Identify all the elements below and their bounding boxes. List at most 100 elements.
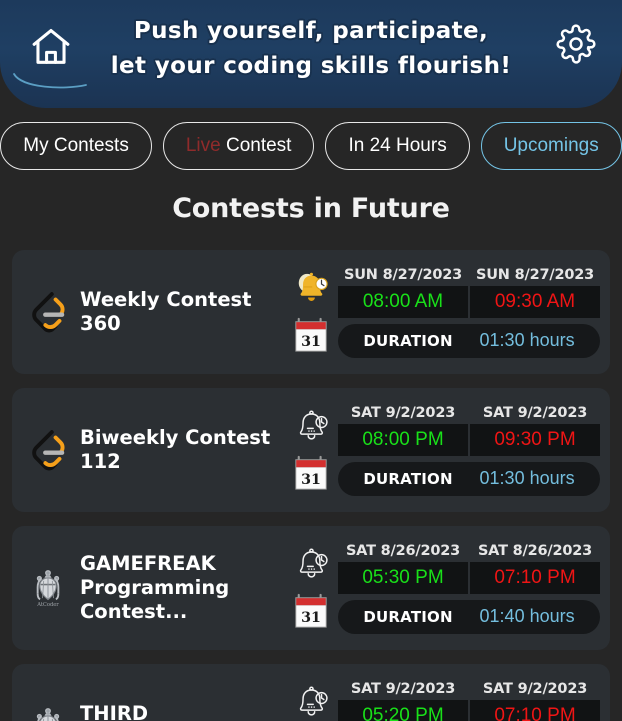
duration-pill: DURATION 01:30 hours	[338, 461, 600, 496]
page-title: Contests in Future	[172, 193, 450, 224]
tab-live-contest[interactable]: Live Contest	[162, 122, 315, 170]
start-date: SAT 9/2/2023	[350, 404, 456, 421]
duration-value: 01:30 hours	[479, 468, 575, 488]
platform-logo: AtCoder	[16, 556, 80, 620]
leetcode-logo	[32, 292, 65, 333]
date-row: SAT 9/2/2023 08:00 PM SAT 9/2/2023 09:30 PM	[338, 405, 600, 456]
platform-logo	[16, 418, 80, 482]
contest-name: GAMEFREAK Programming Contest...	[80, 552, 230, 623]
contest-name: Weekly Contest 360	[80, 288, 252, 335]
date-row: SAT 8/26/2023 05:30 PM SAT 8/26/2023 07:10 …	[338, 543, 600, 594]
alarm-bell-icon	[299, 548, 328, 578]
end-date: SAT 9/2/2023	[482, 680, 588, 697]
contest-card[interactable]: AtCoder GAMEFREAK Programming Contest...…	[12, 526, 610, 650]
platform-logo: AtCoder	[16, 694, 80, 721]
contest-card[interactable]: Biweekly Contest 112 31 SAT 9/2/2023 08:0…	[12, 388, 610, 512]
end-column: SAT 9/2/2023 07:10 PM	[470, 681, 600, 721]
tab-in-24-hours-label: In 24 Hours	[348, 135, 447, 156]
start-date: SUN 8/27/2023	[343, 266, 463, 283]
gear-icon	[556, 24, 596, 69]
start-date: SAT 9/2/2023	[350, 680, 456, 697]
contest-name: Biweekly Contest 112	[80, 426, 271, 473]
duration-value: 01:30 hours	[479, 330, 575, 350]
start-column: SAT 9/2/2023 08:00 PM	[338, 405, 468, 456]
contest-list[interactable]: Weekly Contest 360 31 SUN 8/27/2023 08:00…	[0, 250, 622, 721]
start-column: SUN 8/27/2023 08:00 AM	[338, 267, 468, 318]
contest-card[interactable]: AtCoder THIRD PROGRAMMING 31 SAT 9/2/202…	[12, 664, 610, 721]
calendar-icon: 31	[295, 593, 327, 628]
reminder-bell-button[interactable]	[290, 541, 332, 587]
svg-text:31: 31	[301, 472, 321, 488]
tab-my-contests[interactable]: My Contests	[0, 122, 152, 170]
home-button[interactable]	[18, 16, 84, 78]
start-column: SAT 8/26/2023 05:30 PM	[338, 543, 468, 594]
duration-label: DURATION	[363, 607, 453, 626]
svg-text:31: 31	[301, 334, 321, 350]
reminder-bell-button[interactable]	[290, 403, 332, 449]
tab-my-contests-label: My Contests	[23, 135, 129, 156]
calendar-icon: 31	[295, 455, 327, 490]
contest-schedule: SAT 9/2/2023 05:20 PM SAT 9/2/2023 07:10 PM…	[338, 681, 600, 721]
platform-logo	[16, 280, 80, 344]
start-time: 05:30 PM	[338, 561, 468, 594]
banner-tagline: Push yourself, participate, let your cod…	[96, 14, 526, 84]
end-column: SAT 9/2/2023 09:30 PM	[470, 405, 600, 456]
contest-schedule: SAT 8/26/2023 05:30 PM SAT 8/26/2023 07:10 …	[338, 543, 600, 634]
date-row: SAT 9/2/2023 05:20 PM SAT 9/2/2023 07:10 PM	[338, 681, 600, 721]
end-time: 07:10 PM	[470, 561, 600, 594]
start-date: SAT 8/26/2023	[345, 542, 461, 559]
settings-button[interactable]	[548, 18, 604, 74]
reminder-bell-button[interactable]	[290, 679, 332, 721]
end-date: SAT 9/2/2023	[482, 404, 588, 421]
tagline-line-1: Push yourself, participate,	[133, 18, 489, 44]
contest-icons: 31	[284, 674, 338, 721]
svg-text:31: 31	[301, 610, 321, 626]
date-row: SUN 8/27/2023 08:00 AM SUN 8/27/2023 09:30 …	[338, 267, 600, 318]
duration-pill: DURATION 01:30 hours	[338, 323, 600, 358]
alarm-bell-icon	[298, 272, 328, 301]
end-date: SAT 8/26/2023	[477, 542, 593, 559]
atcoder-logo: AtCoder	[36, 570, 59, 608]
alarm-bell-icon	[299, 410, 328, 440]
end-time: 07:10 PM	[470, 699, 600, 721]
start-time: 08:00 AM	[338, 285, 468, 318]
end-date: SUN 8/27/2023	[475, 266, 595, 283]
duration-pill: DURATION 01:40 hours	[338, 599, 600, 634]
atcoder-logo: AtCoder	[36, 708, 60, 721]
home-icon	[28, 24, 74, 70]
svg-text:AtCoder: AtCoder	[36, 602, 59, 608]
end-column: SAT 8/26/2023 07:10 PM	[470, 543, 600, 594]
start-time: 05:20 PM	[338, 699, 468, 721]
tab-live-contest-highlight: Live	[185, 135, 221, 156]
duration-label: DURATION	[363, 469, 453, 488]
tab-upcomings-label: Upcomings	[503, 135, 599, 156]
contest-icons: 31	[284, 260, 338, 364]
duration-label: DURATION	[363, 331, 453, 350]
filter-tabs: My Contests Live Contest In 24 Hours Upc…	[0, 119, 622, 173]
contest-schedule: SUN 8/27/2023 08:00 AM SUN 8/27/2023 09:30 …	[338, 267, 600, 358]
end-column: SUN 8/27/2023 09:30 AM	[470, 267, 600, 318]
calendar-icon: 31	[295, 317, 327, 352]
app-header: Push yourself, participate, let your cod…	[0, 0, 622, 108]
contest-name: THIRD PROGRAMMING	[80, 702, 149, 721]
reminder-bell-button[interactable]	[290, 265, 332, 311]
contest-icons: 31	[284, 536, 338, 640]
alarm-bell-icon	[299, 686, 328, 716]
end-time: 09:30 AM	[470, 285, 600, 318]
start-time: 08:00 PM	[338, 423, 468, 456]
add-to-calendar-button[interactable]: 31	[292, 591, 330, 635]
contest-schedule: SAT 9/2/2023 08:00 PM SAT 9/2/2023 09:30 PM…	[338, 405, 600, 496]
add-to-calendar-button[interactable]: 31	[292, 453, 330, 497]
start-column: SAT 9/2/2023 05:20 PM	[338, 681, 468, 721]
duration-value: 01:40 hours	[479, 606, 575, 626]
tagline-line-2: let your coding skills flourish!	[110, 53, 512, 79]
app-root: Push yourself, participate, let your cod…	[0, 0, 622, 721]
end-time: 09:30 PM	[470, 423, 600, 456]
add-to-calendar-button[interactable]: 31	[292, 315, 330, 359]
tab-upcomings[interactable]: Upcomings	[480, 122, 622, 170]
contest-icons: 31	[284, 398, 338, 502]
leetcode-logo	[32, 430, 65, 471]
tab-in-24-hours[interactable]: In 24 Hours	[325, 122, 470, 170]
tab-live-contest-label: Contest	[225, 135, 292, 156]
contest-card[interactable]: Weekly Contest 360 31 SUN 8/27/2023 08:00…	[12, 250, 610, 374]
